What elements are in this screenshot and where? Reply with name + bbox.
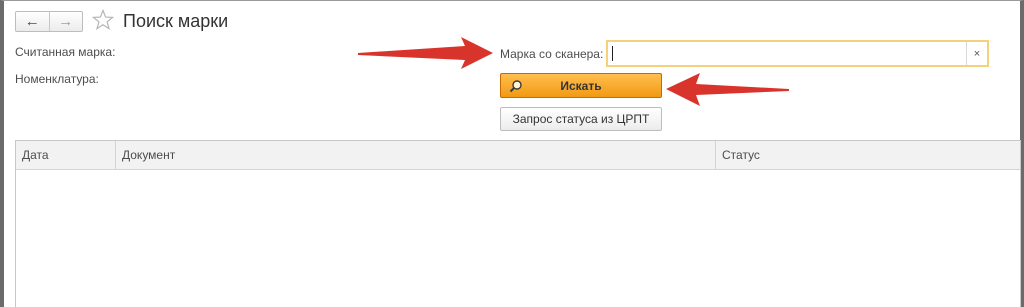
nav-buttons: ← → [15, 11, 83, 32]
back-button[interactable]: ← [16, 12, 50, 31]
arrow-right-icon: → [58, 13, 74, 30]
scanner-label: Марка со сканера: [500, 47, 604, 61]
status-request-button-label: Запрос статуса из ЦРПТ [512, 112, 650, 126]
scanned-mark-label: Считанная марка: [15, 45, 116, 59]
results-table: Дата Документ Статус [15, 140, 1021, 307]
clear-button[interactable]: × [966, 42, 987, 65]
search-button-label: Искать [560, 78, 602, 93]
nomenclature-label: Номенклатура: [15, 72, 99, 86]
arrow-left-icon: ← [24, 13, 40, 30]
column-header-document[interactable]: Документ [116, 141, 716, 169]
table-header: Дата Документ Статус [16, 141, 1020, 170]
search-button[interactable]: Искать [500, 73, 662, 98]
annotation-arrow-left-icon [666, 73, 789, 106]
annotation-arrow-right-icon [358, 37, 493, 69]
favorite-star-icon[interactable] [91, 8, 115, 32]
magnifier-icon [509, 80, 522, 93]
page-title: Поиск марки [123, 11, 229, 31]
scanner-input[interactable] [610, 43, 973, 64]
status-request-button[interactable]: Запрос статуса из ЦРПТ [500, 107, 662, 131]
close-icon: × [973, 47, 981, 60]
column-header-status[interactable]: Статус [716, 141, 1020, 169]
column-header-date[interactable]: Дата [16, 141, 116, 169]
text-caret [612, 46, 613, 61]
scanner-field: × [606, 40, 989, 67]
forward-button[interactable]: → [50, 12, 83, 31]
